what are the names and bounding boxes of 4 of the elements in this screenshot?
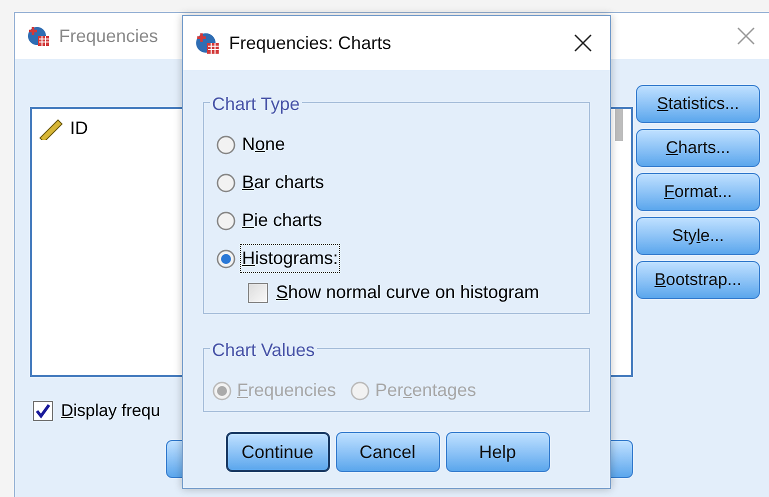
- checkbox-label: Display frequ: [61, 400, 160, 422]
- checkbox-label: Show normal curve on histogram: [276, 281, 540, 304]
- dialog-title: Frequencies: Charts: [229, 32, 392, 55]
- window-title: Frequencies: [59, 24, 158, 48]
